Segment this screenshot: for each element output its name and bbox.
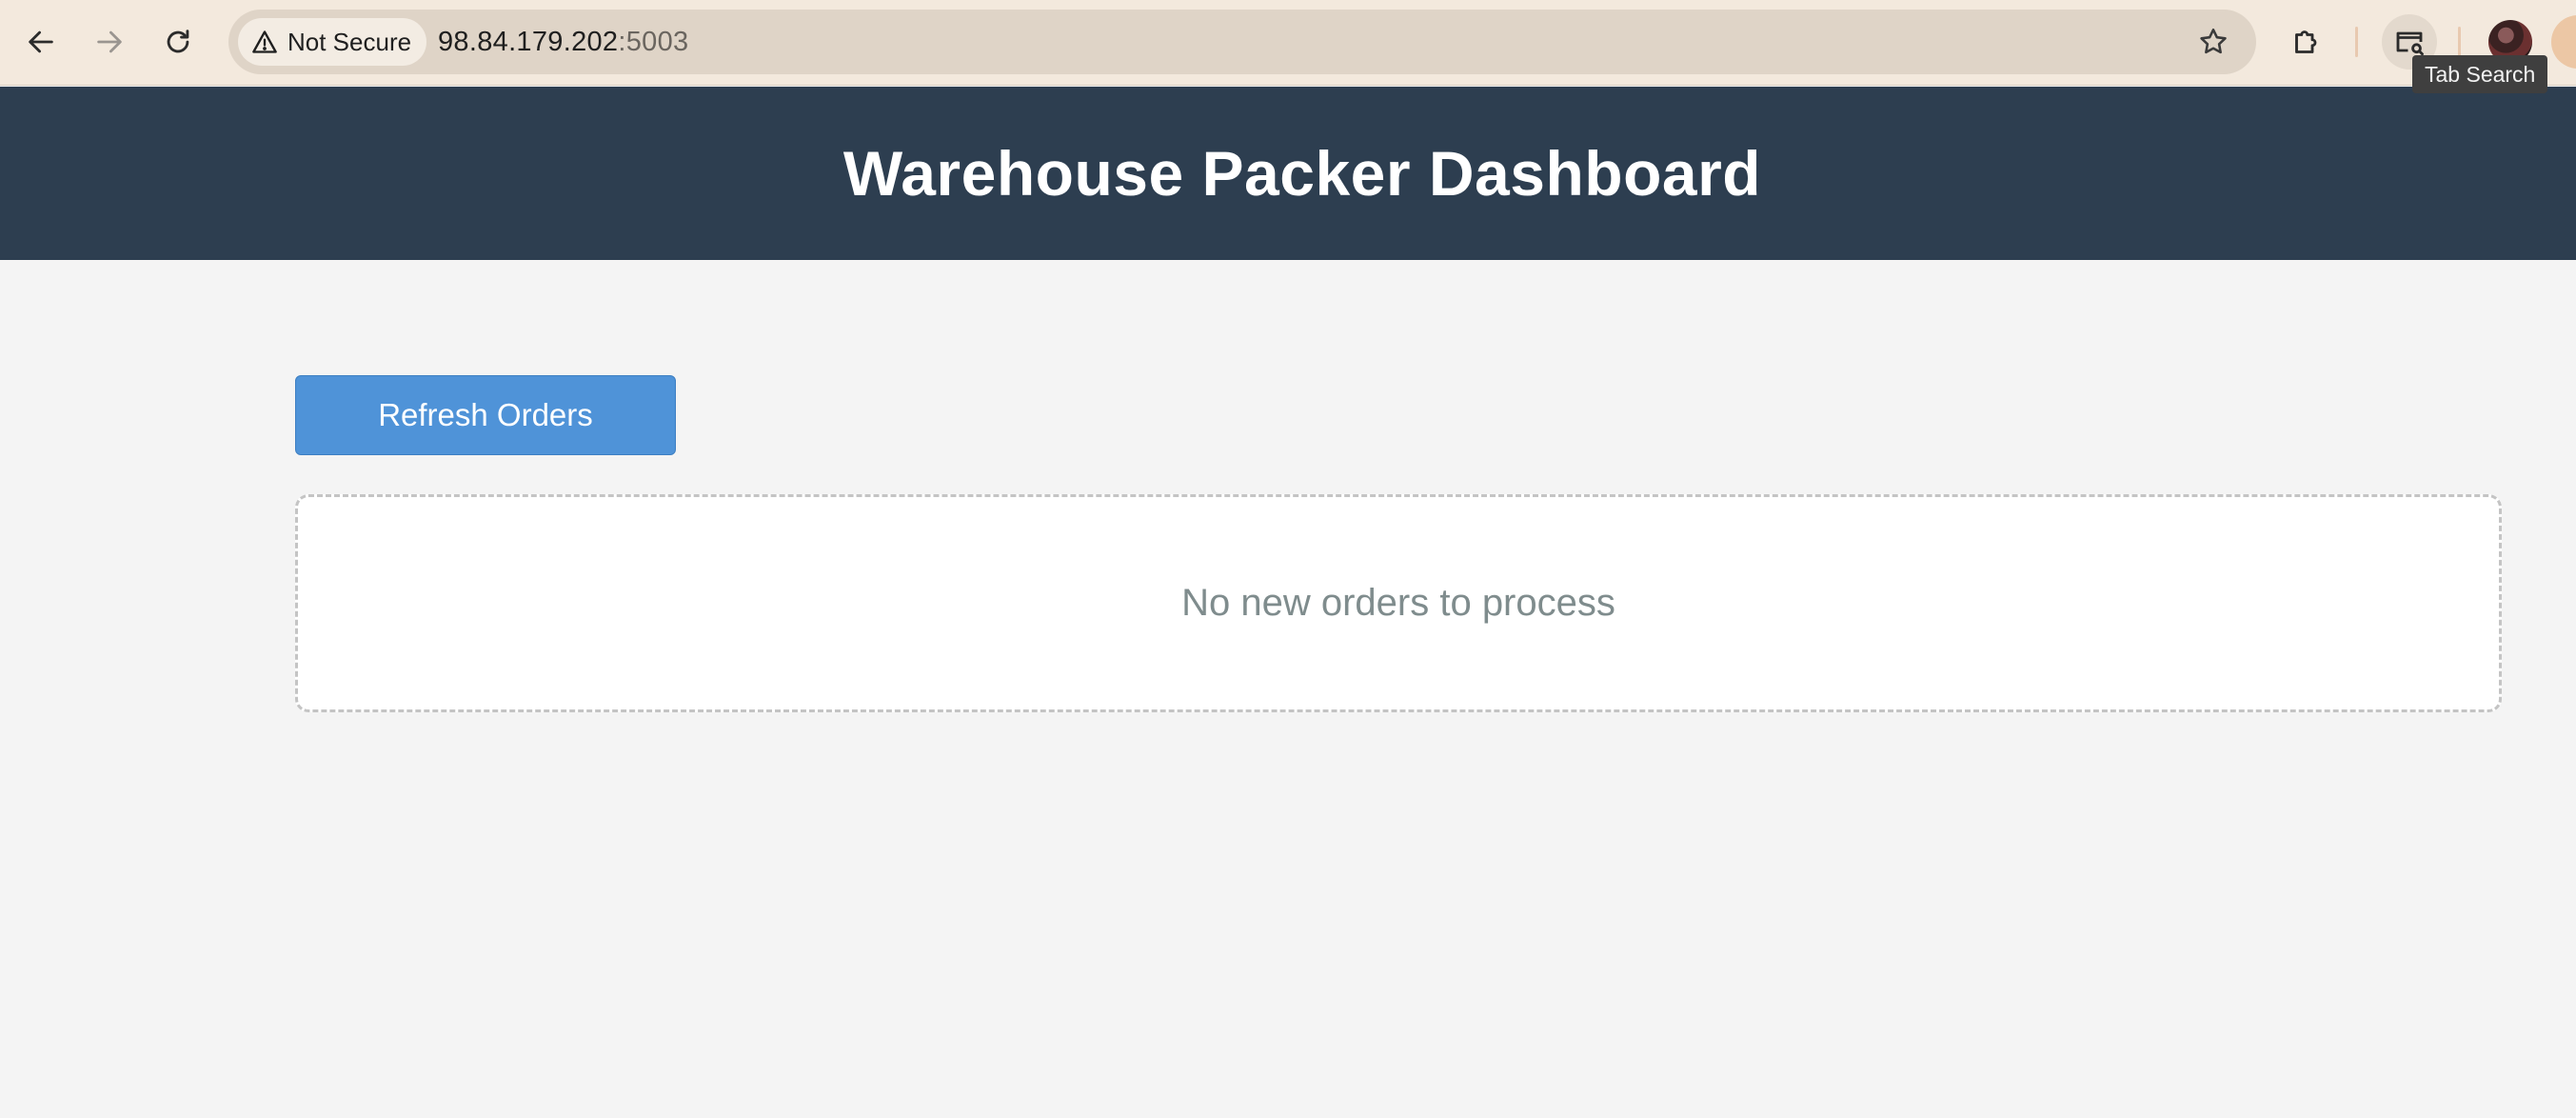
reload-icon: [167, 30, 189, 53]
orders-empty-state: No new orders to process: [295, 494, 2502, 712]
toolbar-separator: [2355, 27, 2358, 57]
page-header: Warehouse Packer Dashboard: [0, 87, 2576, 260]
tab-search-icon: [2396, 31, 2424, 56]
profile-menu-button[interactable]: [2551, 15, 2576, 69]
tooltip: Tab Search: [2412, 55, 2548, 93]
url-host: 98.84.179.202: [438, 27, 619, 57]
toolbar-separator: [2458, 27, 2461, 57]
url-text[interactable]: 98.84.179.202:5003: [438, 10, 688, 74]
arrow-left-icon: [29, 30, 53, 53]
refresh-orders-button[interactable]: Refresh Orders: [295, 375, 676, 455]
back-button[interactable]: [13, 14, 69, 70]
empty-message: No new orders to process: [1181, 582, 1615, 624]
star-icon: [2200, 28, 2227, 54]
page-title: Warehouse Packer Dashboard: [842, 138, 1762, 209]
url-port: :5003: [618, 27, 689, 57]
extensions-button[interactable]: [2279, 14, 2334, 70]
forward-button[interactable]: [82, 14, 137, 70]
reload-button[interactable]: [150, 14, 206, 70]
warning-triangle-icon: [252, 30, 277, 53]
address-bar[interactable]: Not Secure 98.84.179.202:5003: [228, 10, 2256, 74]
browser-toolbar: Not Secure 98.84.179.202:5003 Tab Search: [0, 0, 2576, 93]
arrow-right-icon: [97, 30, 122, 53]
security-label: Not Secure: [287, 27, 412, 56]
security-indicator[interactable]: Not Secure: [238, 18, 427, 66]
puzzle-icon: [2295, 30, 2317, 53]
bookmark-button[interactable]: [2193, 22, 2233, 62]
